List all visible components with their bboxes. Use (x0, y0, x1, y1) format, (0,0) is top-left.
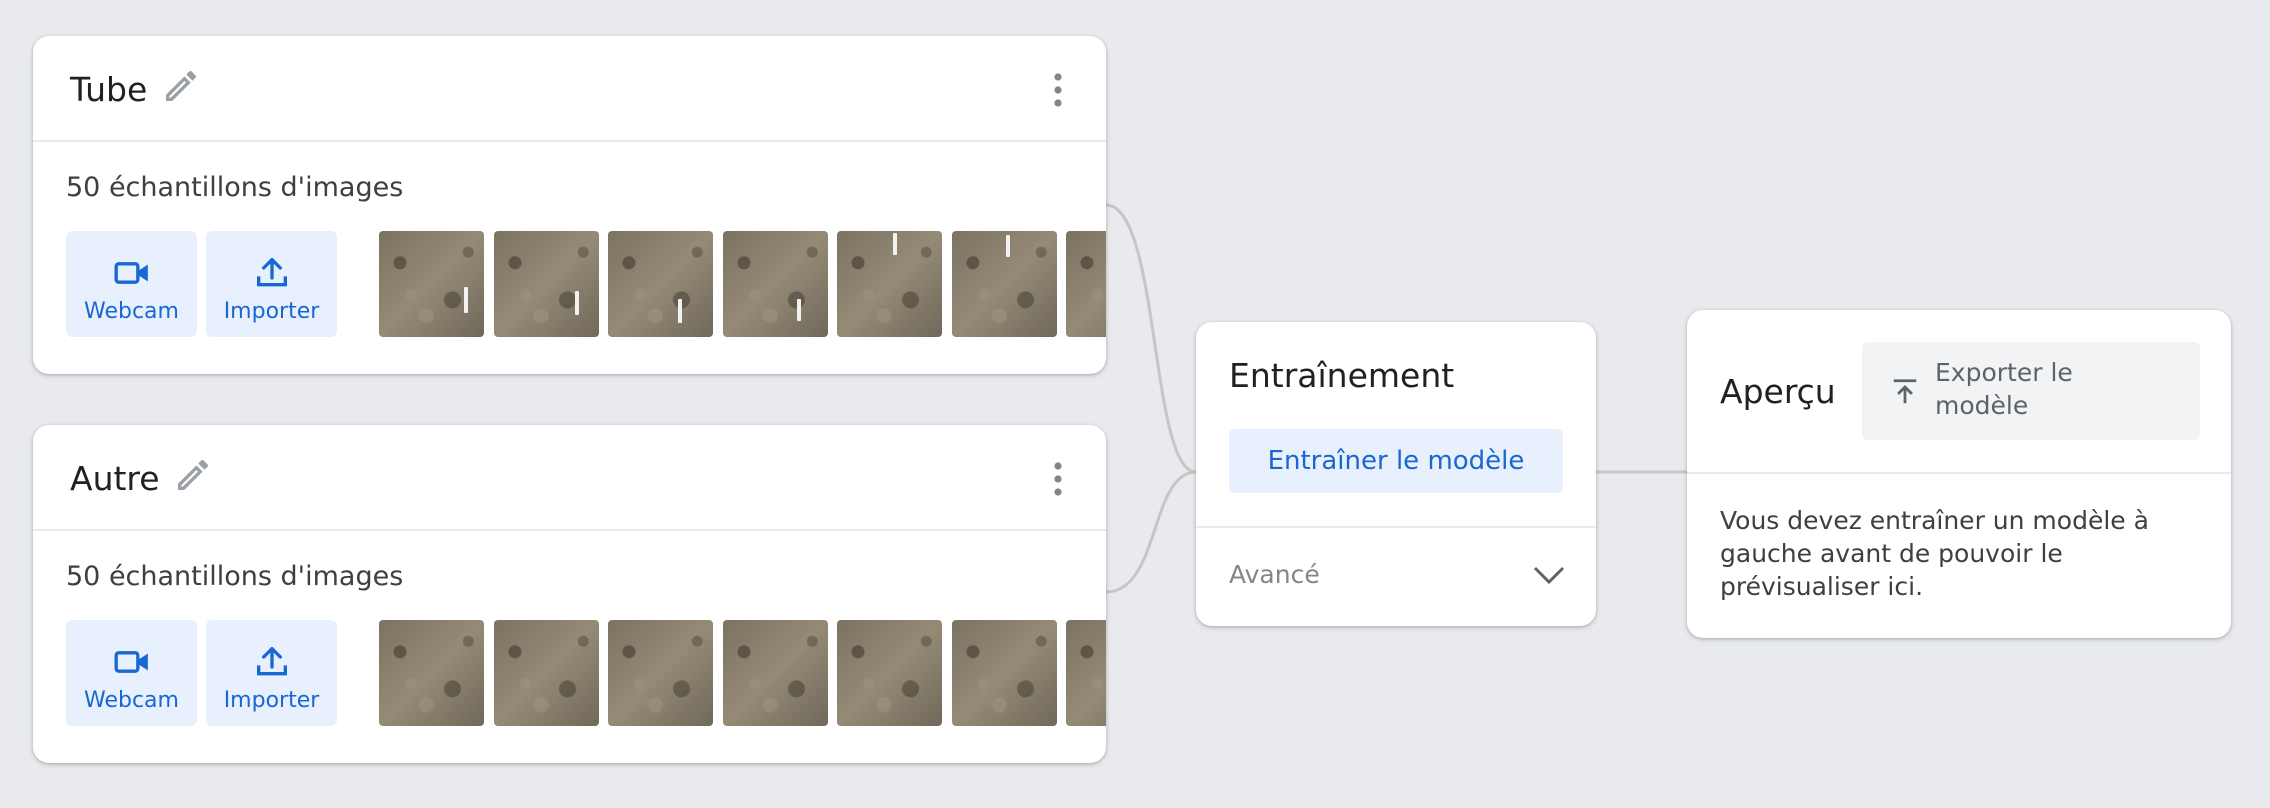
upload-icon (257, 647, 287, 676)
class-header: Autre (33, 425, 1106, 531)
pencil-icon[interactable] (161, 66, 201, 106)
sample-thumbnail[interactable] (608, 231, 713, 337)
preview-card: Aperçu Exporter le modèle Vous devez ent… (1687, 310, 2231, 638)
videocam-icon (114, 262, 148, 284)
divider (1687, 472, 2231, 474)
upload-icon (257, 258, 287, 287)
webcam-label: Webcam (84, 299, 179, 324)
sample-thumbnail[interactable] (608, 620, 713, 726)
sample-thumbnail[interactable] (379, 231, 484, 337)
webcam-button[interactable]: Webcam (66, 620, 197, 726)
training-card: Entraînement Entraîner le modèle Avancé (1196, 322, 1596, 626)
import-button[interactable]: Importer (206, 620, 337, 726)
training-title: Entraînement (1229, 356, 1455, 395)
export-model-button[interactable]: Exporter le modèle (1862, 342, 2200, 440)
webcam-label: Webcam (84, 688, 179, 713)
sample-count: 50 échantillons d'images (66, 172, 404, 203)
import-button[interactable]: Importer (206, 231, 337, 337)
sample-row: Webcam Importer (66, 620, 1106, 726)
sample-thumbnail[interactable] (837, 620, 942, 726)
import-label: Importer (223, 688, 320, 713)
sample-thumbnail[interactable] (723, 231, 828, 337)
sample-row: Webcam Importer (66, 231, 1106, 337)
connector-autre-to-training (1105, 470, 1197, 594)
webcam-button[interactable]: Webcam (66, 231, 197, 337)
connector-tube-to-training (1105, 203, 1197, 474)
sample-count: 50 échantillons d'images (66, 561, 404, 592)
advanced-toggle[interactable]: Avancé (1196, 528, 1596, 626)
sample-thumbnail[interactable] (1066, 231, 1106, 337)
sample-thumbnail[interactable] (952, 620, 1057, 726)
class-header: Tube (33, 36, 1106, 142)
sample-thumbnail[interactable] (1066, 620, 1106, 726)
sample-thumbnail[interactable] (952, 231, 1057, 337)
class-name[interactable]: Autre (70, 459, 160, 498)
sample-thumbnail[interactable] (837, 231, 942, 337)
videocam-icon (114, 651, 148, 673)
class-card-tube: Tube 50 échantillons d'images Webcam Imp… (33, 36, 1106, 374)
chevron-down-icon (1533, 566, 1565, 585)
pencil-icon[interactable] (173, 455, 213, 495)
sample-thumbnail[interactable] (723, 620, 828, 726)
import-label: Importer (223, 299, 320, 324)
sample-thumbnail[interactable] (494, 620, 599, 726)
class-card-autre: Autre 50 échantillons d'images Webcam Im… (33, 425, 1106, 763)
sample-thumbnail[interactable] (494, 231, 599, 337)
advanced-label: Avancé (1229, 560, 1320, 589)
train-model-button[interactable]: Entraîner le modèle (1229, 429, 1563, 493)
preview-title: Aperçu (1720, 372, 1836, 411)
sample-thumbnail[interactable] (379, 620, 484, 726)
more-vert-icon[interactable] (1048, 461, 1068, 497)
upload-icon (1893, 379, 1917, 404)
more-vert-icon[interactable] (1048, 72, 1068, 108)
export-label: Exporter le modèle (1935, 358, 2073, 420)
preview-message: Vous devez entraîner un modèle à gauche … (1720, 506, 2149, 601)
class-name[interactable]: Tube (70, 70, 147, 109)
